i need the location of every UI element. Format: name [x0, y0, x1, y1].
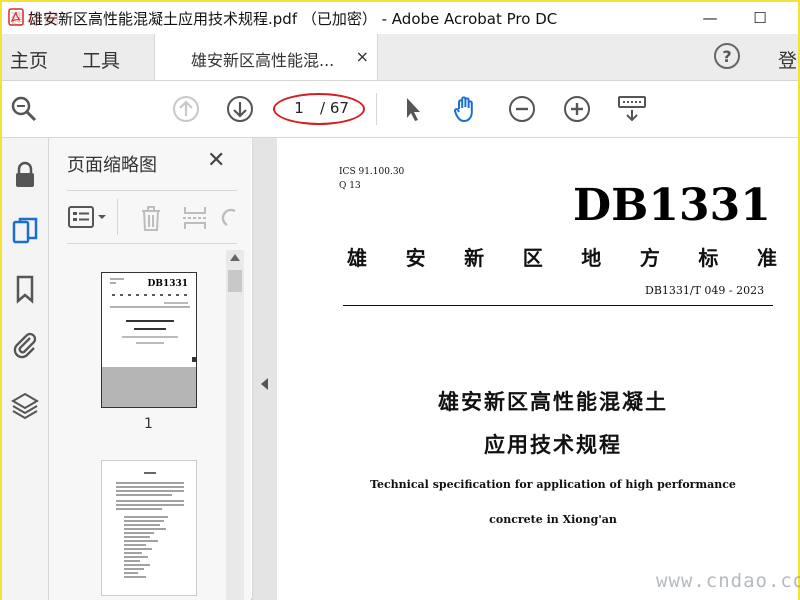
thumbnail-panel: 页面缩略图 ✕ DB1331 1 — [49, 138, 251, 600]
thumbnail-2-content — [116, 472, 184, 578]
login-link[interactable]: 登 — [778, 46, 797, 73]
maximize-glyph: ☐ — [753, 9, 767, 27]
chinese-title-line-1: 雄安新区高性能混凝土 — [438, 390, 668, 414]
panel-collapse-bar[interactable] — [252, 138, 277, 600]
select-cursor-icon[interactable] — [396, 93, 428, 125]
ics-line: ICS 91.100.30 — [339, 167, 405, 177]
minimize-button[interactable]: — — [695, 6, 725, 30]
close-tab-icon[interactable]: × — [356, 47, 369, 66]
minimize-glyph: — — [702, 9, 718, 27]
std-char: 区 — [522, 246, 543, 270]
toolbar: 1 / 67 — [2, 81, 798, 138]
attachment-icon[interactable] — [8, 328, 42, 362]
lock-icon[interactable] — [8, 158, 42, 192]
window-title: 雄安新区高性能混凝土应用技术规程.pdf （已加密） - Adobe Acrob… — [28, 10, 558, 28]
tab-document[interactable]: 雄安新区高性能混... × — [154, 34, 378, 80]
bookmark-icon[interactable] — [8, 272, 42, 306]
collapse-arrow-icon[interactable] — [261, 378, 268, 390]
std-char: 方 — [639, 246, 660, 270]
zoom-in-icon[interactable] — [561, 93, 593, 125]
hand-tool-icon[interactable] — [450, 93, 482, 125]
next-page-icon[interactable] — [224, 93, 256, 125]
panel-tools-row — [67, 190, 237, 244]
std-char: 准 — [756, 246, 777, 270]
extract-pages-icon[interactable] — [181, 203, 209, 233]
scroll-thumb[interactable] — [228, 270, 242, 292]
panel-close-icon[interactable]: ✕ — [207, 148, 225, 173]
rotate-page-icon[interactable] — [221, 205, 237, 231]
thumbnail-1-highlight — [102, 367, 196, 407]
panel-title: 页面缩略图 — [67, 155, 157, 176]
watermark-top-left: 建标网 — [10, 10, 62, 28]
delete-page-icon[interactable] — [137, 203, 165, 233]
std-char: 新 — [464, 246, 485, 270]
tools-divider — [117, 199, 118, 235]
document-tab-label: 雄安新区高性能混... — [191, 51, 335, 70]
help-glyph: ? — [722, 46, 732, 66]
document-page: ICS 91.100.30 Q 13 DB1331 雄 安 新 区 地 方 标 … — [277, 138, 798, 600]
std-char: 标 — [698, 246, 719, 270]
std-char: 安 — [405, 246, 426, 270]
toolbar-divider — [376, 93, 377, 125]
page-thumbnail-2[interactable] — [101, 460, 197, 596]
english-title-line-2: concrete in Xiong'an — [489, 513, 617, 526]
red-annotation-oval — [273, 93, 365, 125]
ics-code: ICS 91.100.30 Q 13 — [339, 165, 404, 193]
q-line: Q 13 — [339, 181, 361, 191]
left-icon-rail — [2, 138, 49, 600]
thumbnail-1-label: 1 — [144, 416, 153, 432]
tab-tools[interactable]: 工具 — [82, 46, 120, 73]
maximize-button[interactable]: ☐ — [745, 6, 775, 30]
help-button[interactable]: ? — [714, 43, 740, 69]
scroll-up-icon[interactable] — [230, 254, 240, 261]
previous-page-icon[interactable] — [170, 93, 202, 125]
thumbnail-options-icon[interactable] — [67, 205, 111, 229]
zoom-search-icon[interactable] — [8, 93, 40, 125]
page-thumbnails-icon[interactable] — [8, 214, 42, 248]
header-rule — [343, 305, 773, 306]
standard-type-line: 雄 安 新 区 地 方 标 准 — [347, 242, 777, 271]
std-char: 地 — [581, 246, 602, 270]
layers-icon[interactable] — [8, 388, 42, 422]
tab-home[interactable]: 主页 — [10, 46, 48, 73]
zoom-out-icon[interactable] — [506, 93, 538, 125]
db-title: DB1331 — [573, 180, 771, 231]
watermark-bottom-right: www.cndao.com — [656, 570, 800, 592]
chinese-title-line-2: 应用技术规程 — [484, 433, 622, 457]
page-thumbnail-1[interactable]: DB1331 — [101, 272, 197, 408]
thumbnail-scrollbar[interactable] — [226, 250, 244, 600]
english-title-line-1: Technical specification for application … — [370, 478, 736, 491]
std-char: 雄 — [347, 246, 367, 270]
keyboard-dropdown-icon[interactable] — [616, 93, 648, 125]
tab-bar: 主页 工具 雄安新区高性能混... × ? 登 — [2, 34, 798, 81]
standard-code: DB1331/T 049 - 2023 — [645, 284, 765, 297]
title-bar: 雄安新区高性能混凝土应用技术规程.pdf （已加密） - Adobe Acrob… — [2, 2, 798, 34]
